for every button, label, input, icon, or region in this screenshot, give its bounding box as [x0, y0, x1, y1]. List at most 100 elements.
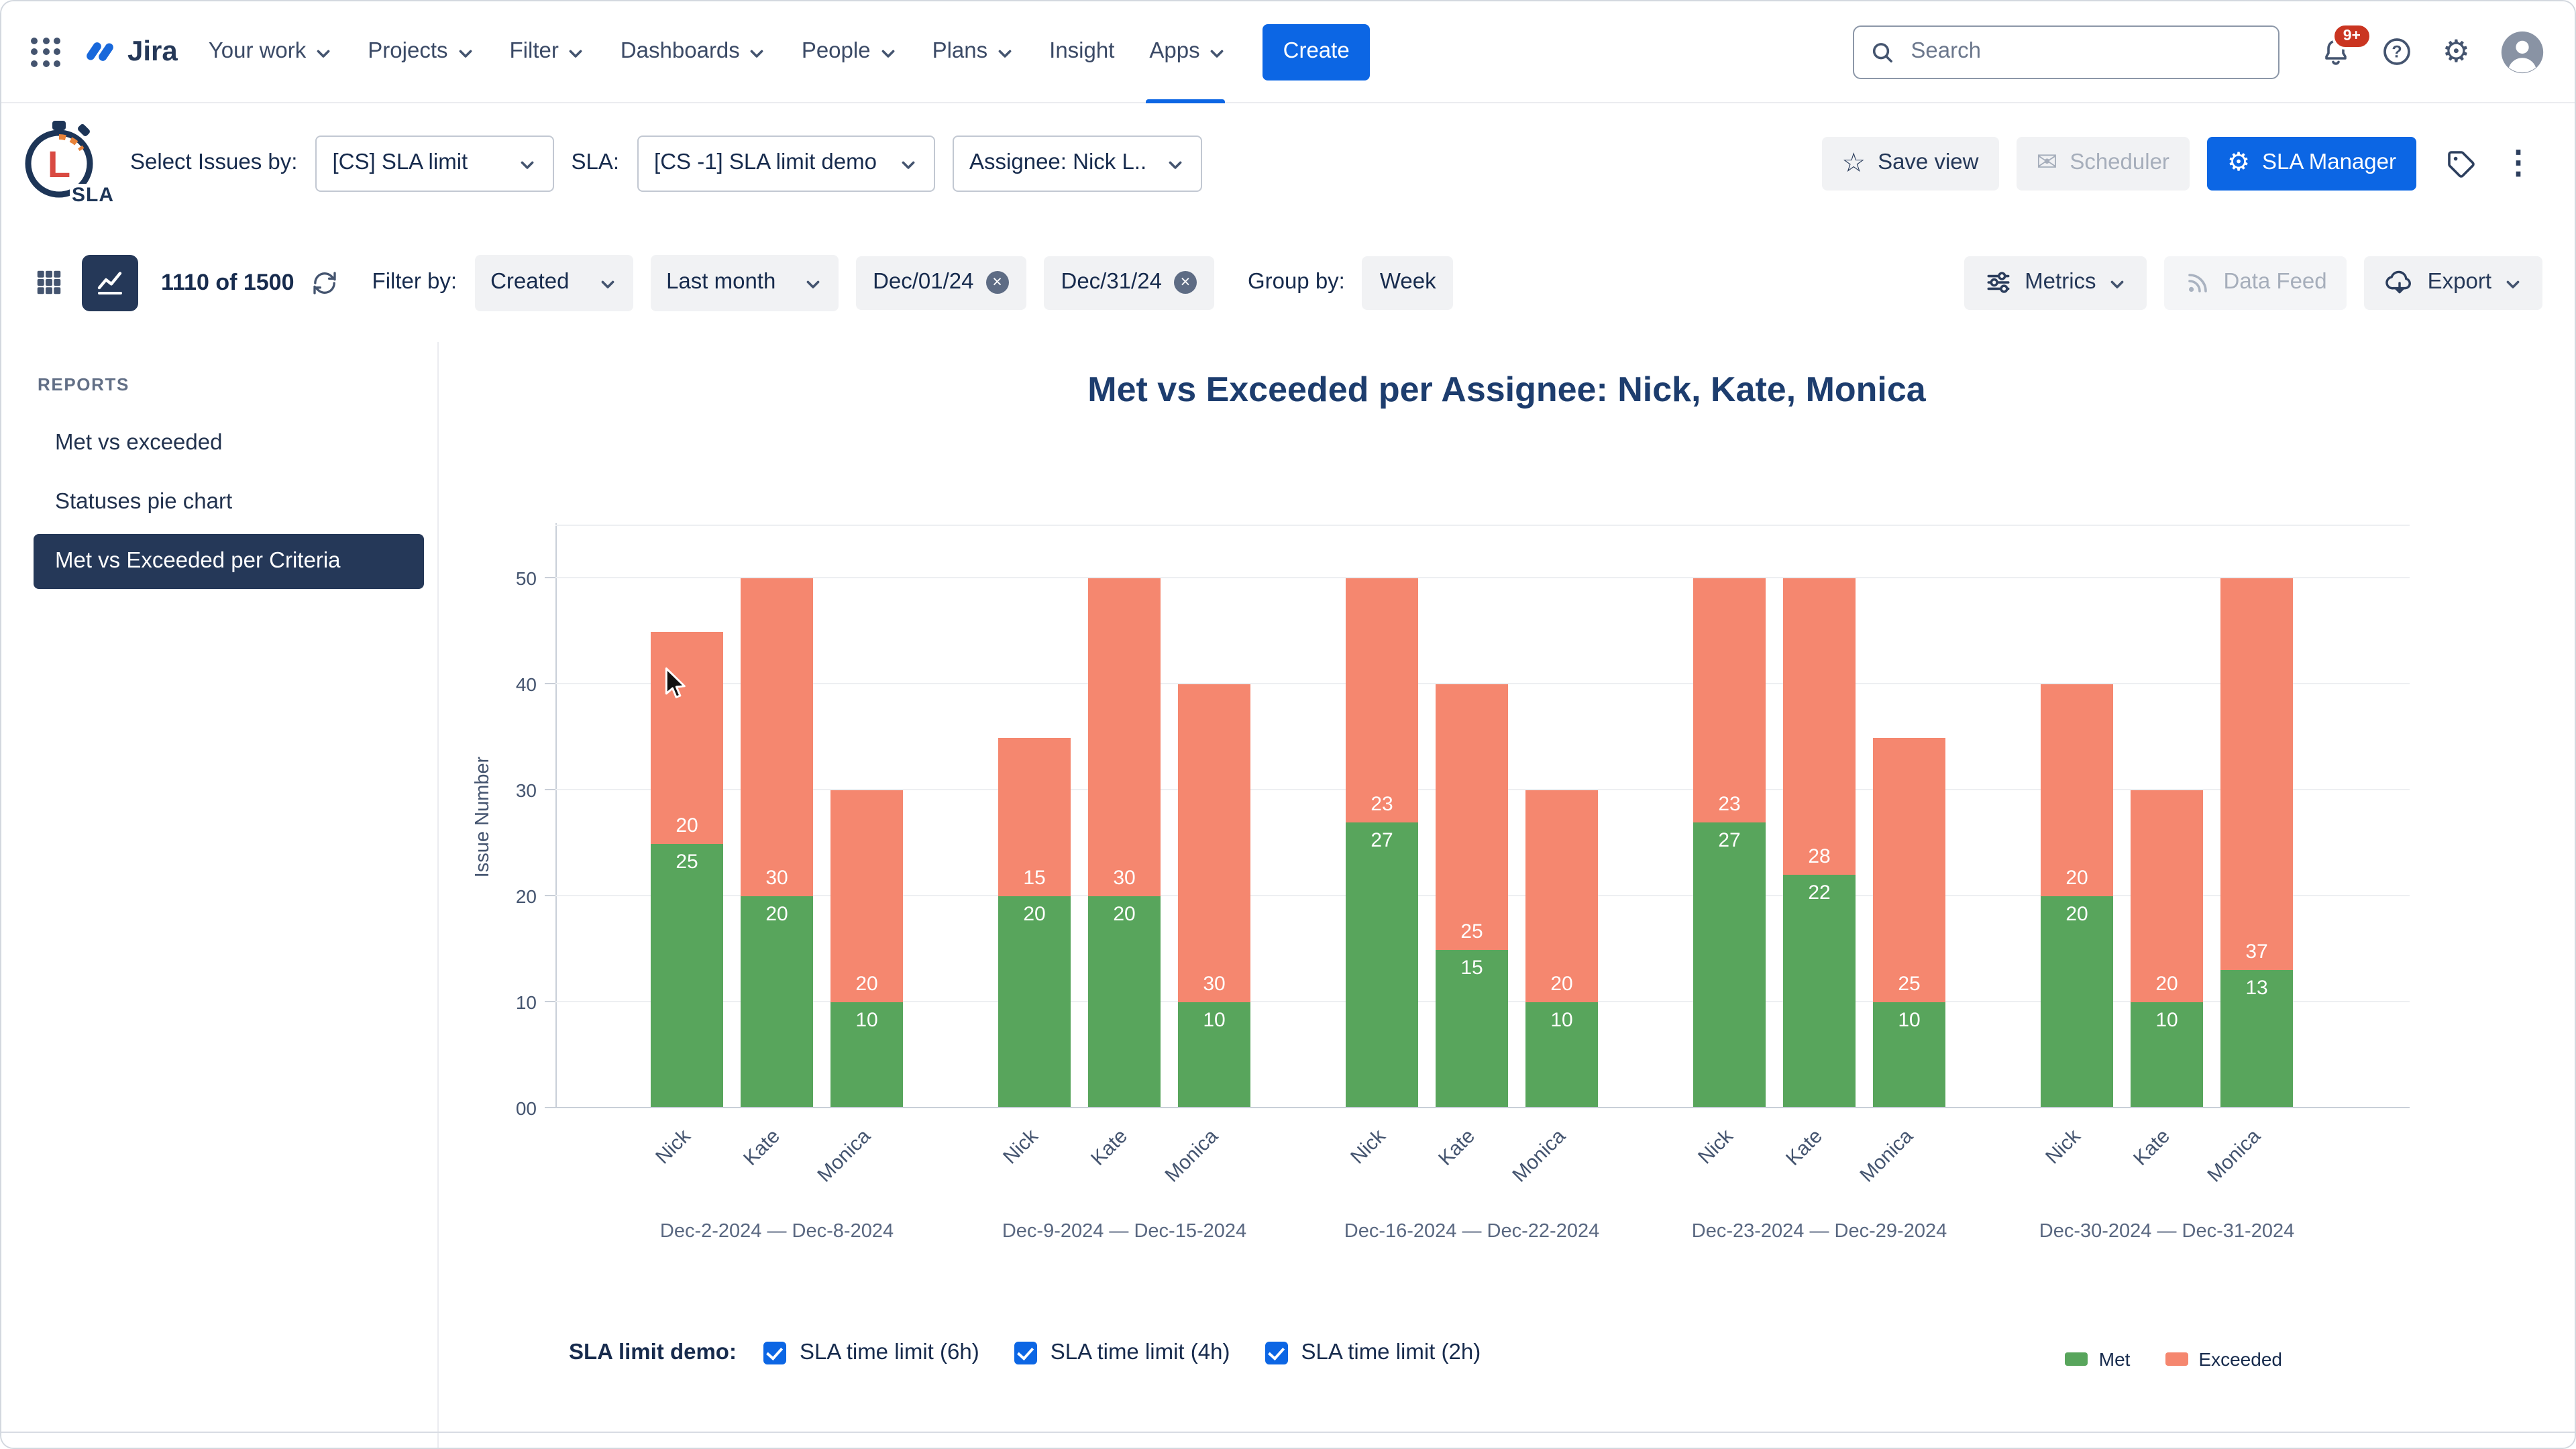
- export-button[interactable]: Export: [2364, 256, 2542, 309]
- nav-item-insight[interactable]: Insight: [1032, 1, 1132, 103]
- sla-limit-checkbox-1[interactable]: SLA time limit (6h): [763, 1340, 979, 1366]
- jira-logo-icon: [87, 42, 113, 61]
- search-box[interactable]: [1853, 25, 2280, 78]
- bar-group-week-2: 15 20 Nick 30 20 Kate 30 10 Monica Dec-9-2024 — D…: [998, 525, 1250, 1242]
- nav-item-projects[interactable]: Projects: [350, 1, 492, 103]
- legend-item-exceeded: Exceeded: [2165, 1348, 2282, 1370]
- exceeded-segment: 28: [1783, 578, 1856, 875]
- bar-kate-week-5[interactable]: 20 10 Kate: [2129, 790, 2203, 1171]
- search-input[interactable]: [1908, 38, 2263, 66]
- bar-kate-week-2[interactable]: 30 20 Kate: [1087, 578, 1161, 1171]
- met-value-label: 10: [2155, 1009, 2178, 1032]
- sla-label: SLA:: [571, 150, 620, 174]
- exceeded-segment: 20: [1525, 790, 1598, 1002]
- y-axis-tick: [545, 789, 555, 790]
- bar-nick-week-3[interactable]: 23 27 Nick: [1346, 578, 1418, 1169]
- checkbox-checked-icon: [1014, 1342, 1037, 1364]
- met-value-label: 13: [2245, 977, 2268, 1000]
- assignee-axis-label: Nick: [998, 1124, 1043, 1169]
- nav-item-apps[interactable]: Apps: [1132, 1, 1244, 103]
- nav-item-your-work[interactable]: Your work: [191, 1, 351, 103]
- help-button[interactable]: ?: [2382, 36, 2413, 67]
- bar-monica-week-2[interactable]: 30 10 Monica: [1161, 684, 1250, 1187]
- scheduler-button[interactable]: ✉ Scheduler: [2016, 136, 2190, 190]
- met-value-label: 15: [1460, 956, 1483, 979]
- reports-sidebar: REPORTS Met vs exceeded Statuses pie char…: [1, 342, 437, 1448]
- bar-nick-week-5[interactable]: 20 20 Nick: [2041, 684, 2113, 1169]
- legend-label: Met: [2098, 1348, 2131, 1370]
- scheduler-label: Scheduler: [2070, 150, 2169, 174]
- bar-kate-week-1[interactable]: 30 20 Kate: [739, 578, 813, 1171]
- exceeded-segment: 20: [2131, 790, 2203, 1002]
- nav-item-plans[interactable]: Plans: [915, 1, 1032, 103]
- nav-item-label: Filter: [509, 39, 559, 63]
- bar-monica-week-4[interactable]: 25 10 Monica: [1856, 737, 1945, 1187]
- app-switcher-button[interactable]: [31, 37, 60, 66]
- bar-nick-week-4[interactable]: 23 27 Nick: [1693, 578, 1766, 1169]
- y-axis-tick: [545, 1107, 555, 1108]
- bar-monica-week-3[interactable]: 20 10 Monica: [1508, 790, 1598, 1187]
- save-view-button[interactable]: ☆ Save view: [1821, 136, 1999, 190]
- met-value-label: 27: [1718, 828, 1741, 852]
- nav-item-filter[interactable]: Filter: [492, 1, 603, 103]
- select-issues-label: Select Issues by:: [130, 150, 298, 174]
- assignee-dropdown[interactable]: Assignee: Nick L..: [952, 135, 1202, 191]
- bar-monica-week-5[interactable]: 37 13 Monica: [2203, 578, 2293, 1187]
- remove-date-chip-icon[interactable]: ×: [1173, 271, 1197, 294]
- jira-logo[interactable]: Jira: [82, 34, 178, 70]
- report-item-met-vs-exceeded-per-criteria[interactable]: Met vs Exceeded per Criteria: [34, 534, 424, 589]
- profile-avatar[interactable]: [2500, 29, 2545, 74]
- sliders-icon: [1987, 272, 2010, 293]
- checkbox-label: SLA time limit (4h): [1050, 1340, 1230, 1364]
- legend-label: Exceeded: [2198, 1348, 2282, 1370]
- date-chip-2[interactable]: Dec/31/24 ×: [1043, 256, 1214, 309]
- table-view-button[interactable]: [34, 267, 64, 298]
- sla-limit-checkbox-3[interactable]: SLA time limit (2h): [1265, 1340, 1481, 1366]
- met-segment: 10: [2131, 1002, 2203, 1108]
- met-value-label: 10: [1550, 1009, 1573, 1032]
- bar-nick-week-1[interactable]: 20 25 Nick: [651, 631, 723, 1169]
- bar-nick-week-2[interactable]: 15 20 Nick: [998, 737, 1071, 1169]
- notifications-button[interactable]: 9+: [2320, 22, 2371, 68]
- y-axis-label: Issue Number: [472, 755, 494, 877]
- legend-swatch: [2165, 1352, 2188, 1366]
- met-value-label: 25: [676, 850, 698, 873]
- chevron-down-icon: [1168, 160, 1181, 168]
- chevron-down-icon: [901, 160, 914, 168]
- jira-logo-text: Jira: [127, 36, 178, 66]
- tag-button[interactable]: [2445, 147, 2477, 179]
- nav-item-people[interactable]: People: [784, 1, 915, 103]
- nav-item-dashboards[interactable]: Dashboards: [603, 1, 784, 103]
- chevron-down-icon: [806, 280, 819, 288]
- remove-date-chip-icon[interactable]: ×: [985, 271, 1009, 294]
- date-chip-1[interactable]: Dec/01/24 ×: [855, 256, 1026, 309]
- created-dropdown[interactable]: Created: [474, 254, 633, 311]
- bar-monica-week-1[interactable]: 20 10 Monica: [813, 790, 903, 1187]
- refresh-button[interactable]: [312, 269, 339, 296]
- bar-kate-week-4[interactable]: 28 22 Kate: [1782, 578, 1856, 1171]
- report-item-met-vs-exceeded[interactable]: Met vs exceeded: [34, 416, 424, 471]
- bar-kate-week-3[interactable]: 25 15 Kate: [1434, 684, 1508, 1171]
- chevron-down-icon: [570, 49, 583, 57]
- more-options-button[interactable]: ⋮: [2494, 146, 2542, 179]
- sla-limit-checkbox-2[interactable]: SLA time limit (4h): [1014, 1340, 1230, 1366]
- met-segment: 20: [998, 896, 1071, 1108]
- settings-button[interactable]: ⚙: [2443, 36, 2470, 67]
- exceeded-value-label: 25: [1460, 920, 1483, 943]
- assignee-axis-label: Monica: [1160, 1124, 1223, 1187]
- met-value-label: 27: [1371, 828, 1393, 852]
- metrics-button[interactable]: Metrics: [1964, 256, 2147, 309]
- sla-dropdown[interactable]: [CS -1] SLA limit demo: [637, 135, 935, 191]
- data-feed-button[interactable]: Data Feed: [2164, 256, 2347, 309]
- assignee-dropdown-value: Assignee: Nick L..: [969, 150, 1147, 174]
- chart-legend: Met Exceeded: [2065, 1348, 2282, 1370]
- chart-view-button[interactable]: [82, 254, 138, 311]
- create-button[interactable]: Create: [1263, 23, 1370, 80]
- period-dropdown[interactable]: Last month: [650, 254, 839, 311]
- group-by-week-chip[interactable]: Week: [1362, 256, 1454, 309]
- met-value-label: 22: [1808, 881, 1831, 905]
- report-item-statuses-pie-chart[interactable]: Statuses pie chart: [34, 475, 424, 530]
- issues-filter-dropdown[interactable]: [CS] SLA limit: [315, 135, 554, 191]
- chart-title: Met vs Exceeded per Assignee: Nick, Kate…: [1087, 369, 1926, 409]
- sla-manager-button[interactable]: ⚙ SLA Manager: [2206, 136, 2416, 190]
